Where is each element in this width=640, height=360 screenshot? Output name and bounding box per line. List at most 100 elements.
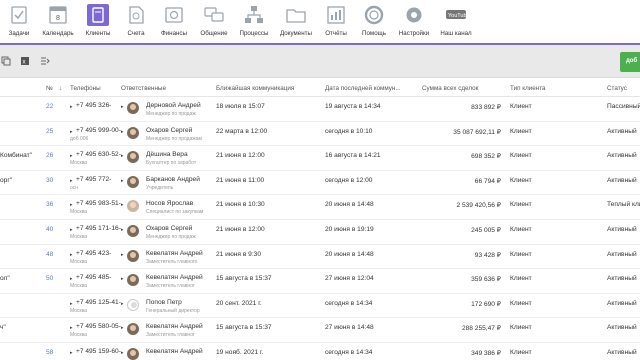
phone-number[interactable]: +7 495 999-00- [76, 127, 121, 134]
next-communication: 15 августа в 15:37 [216, 324, 272, 332]
copy-icon[interactable] [1, 56, 11, 66]
expand-caret-icon[interactable]: ▸ [70, 252, 73, 258]
reports-icon [327, 6, 345, 24]
table-row[interactable]: ▸ +7 495 125-41- Москва ▸ Попов Петр Генераль… [0, 294, 640, 319]
calendar-day-badge: 8 [56, 15, 60, 22]
header-next-communication[interactable]: Ближайшая коммуникация [216, 85, 294, 92]
client-name-fragment[interactable]: Комбинат" [0, 152, 32, 159]
add-button[interactable]: доб [620, 52, 640, 72]
phone-number[interactable]: +7 495 630-52- [76, 151, 121, 158]
table-row[interactable]: 40 ▸ +7 495 171-16- Москва ▸ Охаров Сергей Мен… [0, 220, 640, 245]
nav-item-processes[interactable]: Процессы [234, 0, 274, 43]
phone-number[interactable]: +7 495 125-41- [76, 299, 121, 306]
expand-caret-icon[interactable]: ▸ [121, 301, 124, 307]
header-client-type[interactable]: Тип клиента [510, 85, 546, 92]
sort-arrow-icon[interactable]: ↓ [59, 85, 62, 92]
excel-export-icon[interactable]: x [20, 56, 30, 66]
nav-item-chat[interactable]: Общение [194, 0, 234, 43]
row-number[interactable]: 22 [46, 103, 53, 110]
expand-caret-icon[interactable]: ▸ [121, 129, 124, 135]
expand-caret-icon[interactable]: ▸ [70, 350, 73, 356]
table-row[interactable]: 22 ▸ +7 495 326- ▸ Дерновой Андрей Менеджер п… [0, 97, 640, 122]
nav-item-clients[interactable]: Клиенты [78, 0, 118, 43]
responsible-name[interactable]: Кевелатян Андрей [146, 250, 203, 257]
phone-number[interactable]: +7 495 423- [76, 250, 111, 257]
phone-number[interactable]: +7 495 159-60- [76, 348, 121, 355]
table-row[interactable]: 58 ▸ +7 495 159-60- ▸ Кевелатян Андрей 19 ноя… [0, 343, 640, 360]
nav-label: Настройки [398, 30, 430, 37]
table-row[interactable]: 25 ▸ +7 495 999-00- доб 006 ▸ Охаров Сергей Ме… [0, 122, 640, 147]
table-row[interactable]: Комбинат" 26 ▸ +7 495 630-52- Москва ▸ Дёшина … [0, 146, 640, 171]
nav-item-invoices[interactable]: Счета [118, 0, 154, 43]
expand-caret-icon[interactable]: ▸ [70, 301, 73, 307]
expand-caret-icon[interactable]: ▸ [121, 104, 124, 110]
nav-item-youtube[interactable]: YouTube Наш канал [434, 0, 478, 43]
table-row[interactable]: ч" ▸ +7 495 580-05- Москва ▸ Кевелатян Андрей… [0, 318, 640, 343]
header-last-communication[interactable]: Дата последней коммун... [325, 85, 401, 92]
expand-caret-icon[interactable]: ▸ [70, 104, 73, 110]
header-phones[interactable]: Телефоны [70, 85, 101, 92]
expand-caret-icon[interactable]: ▸ [121, 227, 124, 233]
expand-caret-icon[interactable]: ▸ [121, 153, 124, 159]
responsible-name[interactable]: Кевелатян Андрей [146, 348, 203, 355]
header-num[interactable]: № [46, 85, 53, 92]
expand-caret-icon[interactable]: ▸ [121, 178, 124, 184]
expand-caret-icon[interactable]: ▸ [70, 129, 73, 135]
expand-caret-icon[interactable]: ▸ [70, 276, 73, 282]
expand-caret-icon[interactable]: ▸ [70, 178, 73, 184]
responsible-name[interactable]: Охаров Сергей [146, 225, 192, 232]
row-number[interactable]: 26 [46, 152, 53, 159]
responsible-name[interactable]: Дерновой Андрей [146, 102, 201, 109]
nav-item-documents[interactable]: Документы [274, 0, 318, 43]
expand-caret-icon[interactable]: ▸ [121, 276, 124, 282]
table-row[interactable]: орг" 30 ▸ +7 495 772- осн ▸ Барканов Андрей Учр… [0, 171, 640, 196]
row-number[interactable]: 50 [46, 275, 53, 282]
status: Активный [607, 349, 637, 356]
phone-number[interactable]: +7 495 983-51- [76, 200, 121, 207]
columns-settings-icon[interactable] [40, 56, 50, 66]
nav-item-settings[interactable]: Настройки [394, 0, 434, 43]
row-number[interactable]: 40 [46, 226, 53, 233]
nav-item-reports[interactable]: Отчёты [318, 0, 354, 43]
nav-label: Финансы [161, 30, 187, 37]
phone-number[interactable]: +7 495 171-16- [76, 225, 121, 232]
row-number[interactable]: 48 [46, 251, 53, 258]
nav-item-tasks[interactable]: Задачи [0, 0, 38, 43]
expand-caret-icon[interactable]: ▸ [70, 227, 73, 233]
responsible-name[interactable]: Попов Петр [146, 299, 182, 306]
table-row[interactable]: ол" 50 ▸ +7 495 485- Москва ▸ Кевелатян Андрей… [0, 269, 640, 294]
client-name-fragment[interactable]: ол" [0, 275, 10, 282]
header-status[interactable]: Статус [607, 85, 627, 92]
row-number[interactable]: 30 [46, 177, 53, 184]
nav-item-finance[interactable]: Финансы [154, 0, 194, 43]
next-communication: 22 марта в 12:00 [216, 127, 268, 135]
expand-caret-icon[interactable]: ▸ [121, 202, 124, 208]
client-name-fragment[interactable]: орг" [0, 177, 12, 184]
phone-number[interactable]: +7 495 772- [76, 176, 111, 183]
responsible-name[interactable]: Кевелатян Андрей [146, 274, 203, 281]
responsible-name[interactable]: Носов Ярослав [146, 200, 193, 207]
responsible-name[interactable]: Барканов Андрей [146, 176, 200, 183]
responsible-name[interactable]: Кевелатян Андрей [146, 323, 203, 330]
phone-number[interactable]: +7 495 326- [76, 102, 111, 109]
expand-caret-icon[interactable]: ▸ [121, 325, 124, 331]
row-number[interactable]: 36 [46, 201, 53, 208]
phone-number[interactable]: +7 495 485- [76, 274, 111, 281]
expand-caret-icon[interactable]: ▸ [70, 153, 73, 159]
expand-caret-icon[interactable]: ▸ [70, 325, 73, 331]
row-number[interactable]: 58 [46, 349, 53, 356]
nav-item-calendar[interactable]: 8 Календарь [38, 0, 78, 43]
header-deals-sum[interactable]: Сумма всех сделок [422, 85, 478, 92]
phone-number[interactable]: +7 495 580-05- [76, 323, 121, 330]
expand-caret-icon[interactable]: ▸ [70, 202, 73, 208]
table-row[interactable]: 48 ▸ +7 495 423- Москва ▸ Кевелатян Андрей Зам… [0, 245, 640, 270]
client-name-fragment[interactable]: ч" [0, 324, 6, 331]
expand-caret-icon[interactable]: ▸ [121, 252, 124, 258]
table-row[interactable]: 36 ▸ +7 495 983-51- Москва ▸ Носов Ярослав Спе… [0, 195, 640, 220]
header-responsible[interactable]: Ответственные [121, 85, 166, 92]
expand-caret-icon[interactable]: ▸ [121, 350, 124, 356]
responsible-name[interactable]: Охаров Сергей [146, 127, 192, 134]
row-number[interactable]: 25 [46, 128, 53, 135]
responsible-name[interactable]: Дёшина Вера [146, 151, 188, 158]
nav-item-help[interactable]: Помощь [354, 0, 394, 43]
